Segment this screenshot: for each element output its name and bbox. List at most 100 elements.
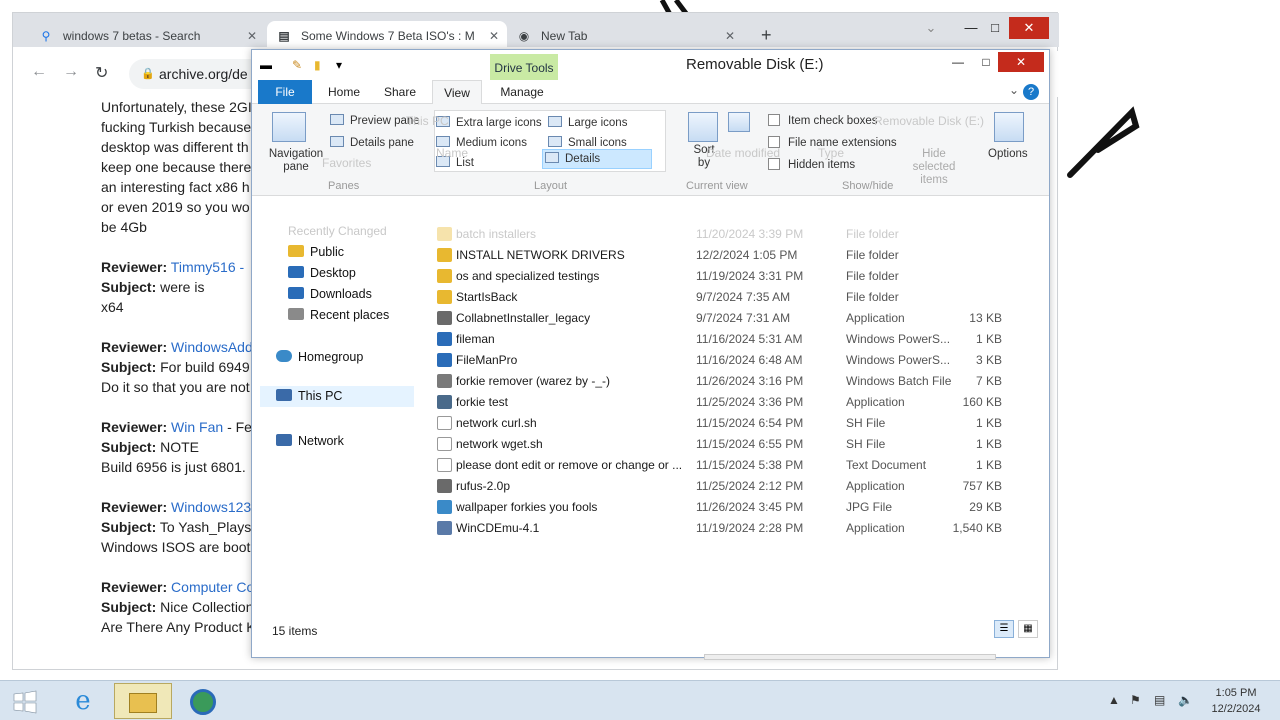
network-status-icon[interactable]: ▤ bbox=[1154, 693, 1165, 707]
reviewer-link[interactable]: Win Fan bbox=[171, 419, 223, 435]
nav-item-homegroup[interactable]: Homegroup bbox=[276, 350, 363, 364]
large-icons-view-icon[interactable]: ▦ bbox=[1018, 620, 1038, 638]
horizontal-scrollbar[interactable] bbox=[704, 654, 996, 660]
subject-text: To Yash_Plays bbox=[159, 519, 252, 535]
back-arrow-icon[interactable]: ← bbox=[31, 63, 47, 81]
file-size: 13 KB bbox=[969, 311, 1002, 325]
file-row[interactable]: os and specialized testings 11/19/2024 3:… bbox=[432, 266, 1032, 287]
close-tab-icon[interactable]: ✕ bbox=[725, 29, 735, 43]
browser-tab-active[interactable]: ▤ Some Windows 7 Beta ISO's : M ✕ bbox=[267, 21, 507, 51]
properties-icon[interactable]: ✎ bbox=[292, 58, 302, 72]
reload-icon[interactable]: ↻ bbox=[95, 63, 108, 83]
file-row[interactable]: network curl.sh 11/15/2024 6:54 PM SH File… bbox=[432, 413, 1032, 434]
file-row[interactable]: CollabnetInstaller_legacy 9/7/2024 7:31 A… bbox=[432, 308, 1032, 329]
new-folder-icon[interactable]: ▮ bbox=[314, 58, 321, 72]
subject-text: NOTE bbox=[160, 439, 200, 455]
file-row[interactable]: please dont edit or remove or change or … bbox=[432, 455, 1032, 476]
forward-arrow-icon[interactable]: → bbox=[63, 63, 79, 81]
maximize-button[interactable]: □ bbox=[977, 17, 1013, 39]
nav-item-downloads[interactable]: Downloads bbox=[288, 287, 372, 301]
nav-item-network[interactable]: Network bbox=[276, 434, 344, 448]
file-explorer-icon[interactable] bbox=[114, 683, 172, 719]
hide-selected-items-button[interactable]: Hide selected items bbox=[902, 148, 966, 187]
navigation-pane-button[interactable]: Navigation pane bbox=[266, 148, 326, 174]
nav-item-desktop[interactable]: Desktop bbox=[288, 266, 356, 280]
chevron-down-icon[interactable]: ⌄ bbox=[1009, 83, 1019, 97]
ghost-this-pc: This PC bbox=[406, 114, 449, 128]
close-button[interactable]: ✕ bbox=[998, 52, 1044, 72]
reviewer-link[interactable]: WindowsAdd bbox=[171, 339, 253, 355]
file-row[interactable]: INSTALL NETWORK DRIVERS 12/2/2024 1:05 PM… bbox=[432, 245, 1032, 266]
close-button[interactable]: ✕ bbox=[1009, 17, 1049, 39]
volume-muted-icon[interactable]: 🔈 bbox=[1178, 693, 1193, 707]
homegroup-icon bbox=[276, 350, 292, 362]
browser-tab[interactable]: ⚲ windows 7 betas - Search ✕ bbox=[29, 21, 265, 51]
layout-large-icons[interactable]: Large icons bbox=[548, 116, 627, 129]
show-hidden-icons-icon[interactable]: ▲ bbox=[1108, 693, 1120, 707]
file-date-modified: 9/7/2024 7:35 AM bbox=[696, 290, 791, 304]
subject-label: Subject: bbox=[101, 279, 157, 295]
maximize-button[interactable]: □ bbox=[972, 52, 1000, 72]
action-center-icon[interactable]: ⚑ bbox=[1130, 693, 1141, 707]
file-row[interactable]: forkie test 11/25/2024 3:36 PM Application… bbox=[432, 392, 1032, 413]
browser-icon[interactable] bbox=[174, 683, 232, 719]
nav-item-public[interactable]: Public bbox=[288, 245, 344, 259]
options-button[interactable]: Options bbox=[988, 148, 1028, 160]
new-tab-button[interactable]: + bbox=[761, 25, 772, 46]
system-clock[interactable]: 1:05 PM 12/2/2024 bbox=[1204, 685, 1268, 717]
tab-label: Some Windows 7 Beta ISO's : M bbox=[301, 29, 475, 43]
file-row[interactable]: network wget.sh 11/15/2024 6:55 PM SH File… bbox=[432, 434, 1032, 455]
file-row[interactable]: FileManPro 11/16/2024 6:48 AM Windows Powe… bbox=[432, 350, 1032, 371]
details-pane-button[interactable]: Details pane bbox=[330, 136, 414, 149]
reviewer-link[interactable]: Timmy516 - bbox=[171, 259, 244, 275]
layout-small-icons[interactable]: Small icons bbox=[548, 136, 627, 149]
start-button[interactable] bbox=[2, 683, 48, 719]
tab-file[interactable]: File bbox=[258, 80, 312, 104]
browser-tab[interactable]: ◉ New Tab ✕ bbox=[507, 21, 743, 51]
reviewer-link[interactable]: Windows123 bbox=[171, 499, 251, 515]
layout-extra-large-icons[interactable]: Extra large icons bbox=[436, 116, 542, 129]
tab-search-icon[interactable]: ⌄ bbox=[913, 17, 949, 39]
file-row[interactable]: StartIsBack 9/7/2024 7:35 AM File folder bbox=[432, 287, 1032, 308]
tab-home[interactable]: Home bbox=[320, 80, 368, 104]
file-size: 757 KB bbox=[962, 479, 1002, 493]
file-row[interactable]: WinCDEmu-4.1 11/19/2024 2:28 PM Applicatio… bbox=[432, 518, 1032, 539]
review-body: Build 6956 is just 6801. bbox=[101, 459, 246, 475]
details-view-icon[interactable]: ☰ bbox=[994, 620, 1014, 638]
close-tab-icon[interactable]: ✕ bbox=[247, 29, 257, 43]
file-size: 1 KB bbox=[975, 416, 1002, 430]
tab-manage[interactable]: Manage bbox=[488, 80, 556, 104]
panes-group-label: Panes bbox=[328, 180, 360, 192]
reviewer-line: Reviewer: Win Fan - Fe bbox=[101, 419, 252, 435]
close-tab-icon[interactable]: ✕ bbox=[489, 29, 499, 43]
file-row[interactable]: rufus-2.0p 11/25/2024 2:12 PM Application 7… bbox=[432, 476, 1032, 497]
explorer-titlebar[interactable]: ▬ ✎ ▮ ▾ Drive Tools Removable Disk (E:) … bbox=[252, 50, 1049, 82]
file-row[interactable]: wallpaper forkies you fools 11/26/2024 3:… bbox=[432, 497, 1032, 518]
item-check-boxes-toggle[interactable]: Item check boxes bbox=[768, 114, 877, 127]
ghost-name-column: Name bbox=[436, 146, 469, 160]
system-menu-icon[interactable]: ▬ bbox=[260, 58, 272, 72]
nav-item-recent-places[interactable]: Recent places bbox=[288, 308, 389, 322]
customize-qat-icon[interactable]: ▾ bbox=[336, 58, 342, 72]
file-type: Application bbox=[846, 311, 905, 325]
tab-share[interactable]: Share bbox=[376, 80, 424, 104]
nav-item-this-pc[interactable]: This PC bbox=[260, 386, 414, 407]
layout-details-selected[interactable]: Details bbox=[542, 149, 652, 169]
file-date-modified: 11/16/2024 6:48 AM bbox=[696, 353, 803, 367]
file-row[interactable]: forkie remover (warez by -_-) 11/26/2024 … bbox=[432, 371, 1032, 392]
file-row[interactable]: batch installers 11/20/2024 3:39 PM File f… bbox=[432, 224, 1032, 245]
checkbox[interactable] bbox=[768, 114, 780, 126]
tab-view[interactable]: View bbox=[432, 80, 482, 104]
minimize-button[interactable]: — bbox=[944, 52, 972, 72]
folder-icon bbox=[288, 245, 304, 257]
help-icon[interactable]: ? bbox=[1023, 84, 1039, 100]
reviewer-link[interactable]: Computer Co bbox=[171, 579, 254, 595]
document-icon bbox=[437, 416, 452, 430]
layout-details[interactable]: Details bbox=[545, 152, 600, 165]
folder-icon bbox=[437, 269, 452, 283]
internet-explorer-icon[interactable]: e bbox=[54, 683, 112, 719]
nav-label: Homegroup bbox=[298, 350, 364, 364]
file-date-modified: 11/19/2024 3:31 PM bbox=[696, 269, 804, 283]
file-row[interactable]: fileman 11/16/2024 5:31 AM Windows PowerS.… bbox=[432, 329, 1032, 350]
nav-label: Public bbox=[310, 245, 345, 259]
